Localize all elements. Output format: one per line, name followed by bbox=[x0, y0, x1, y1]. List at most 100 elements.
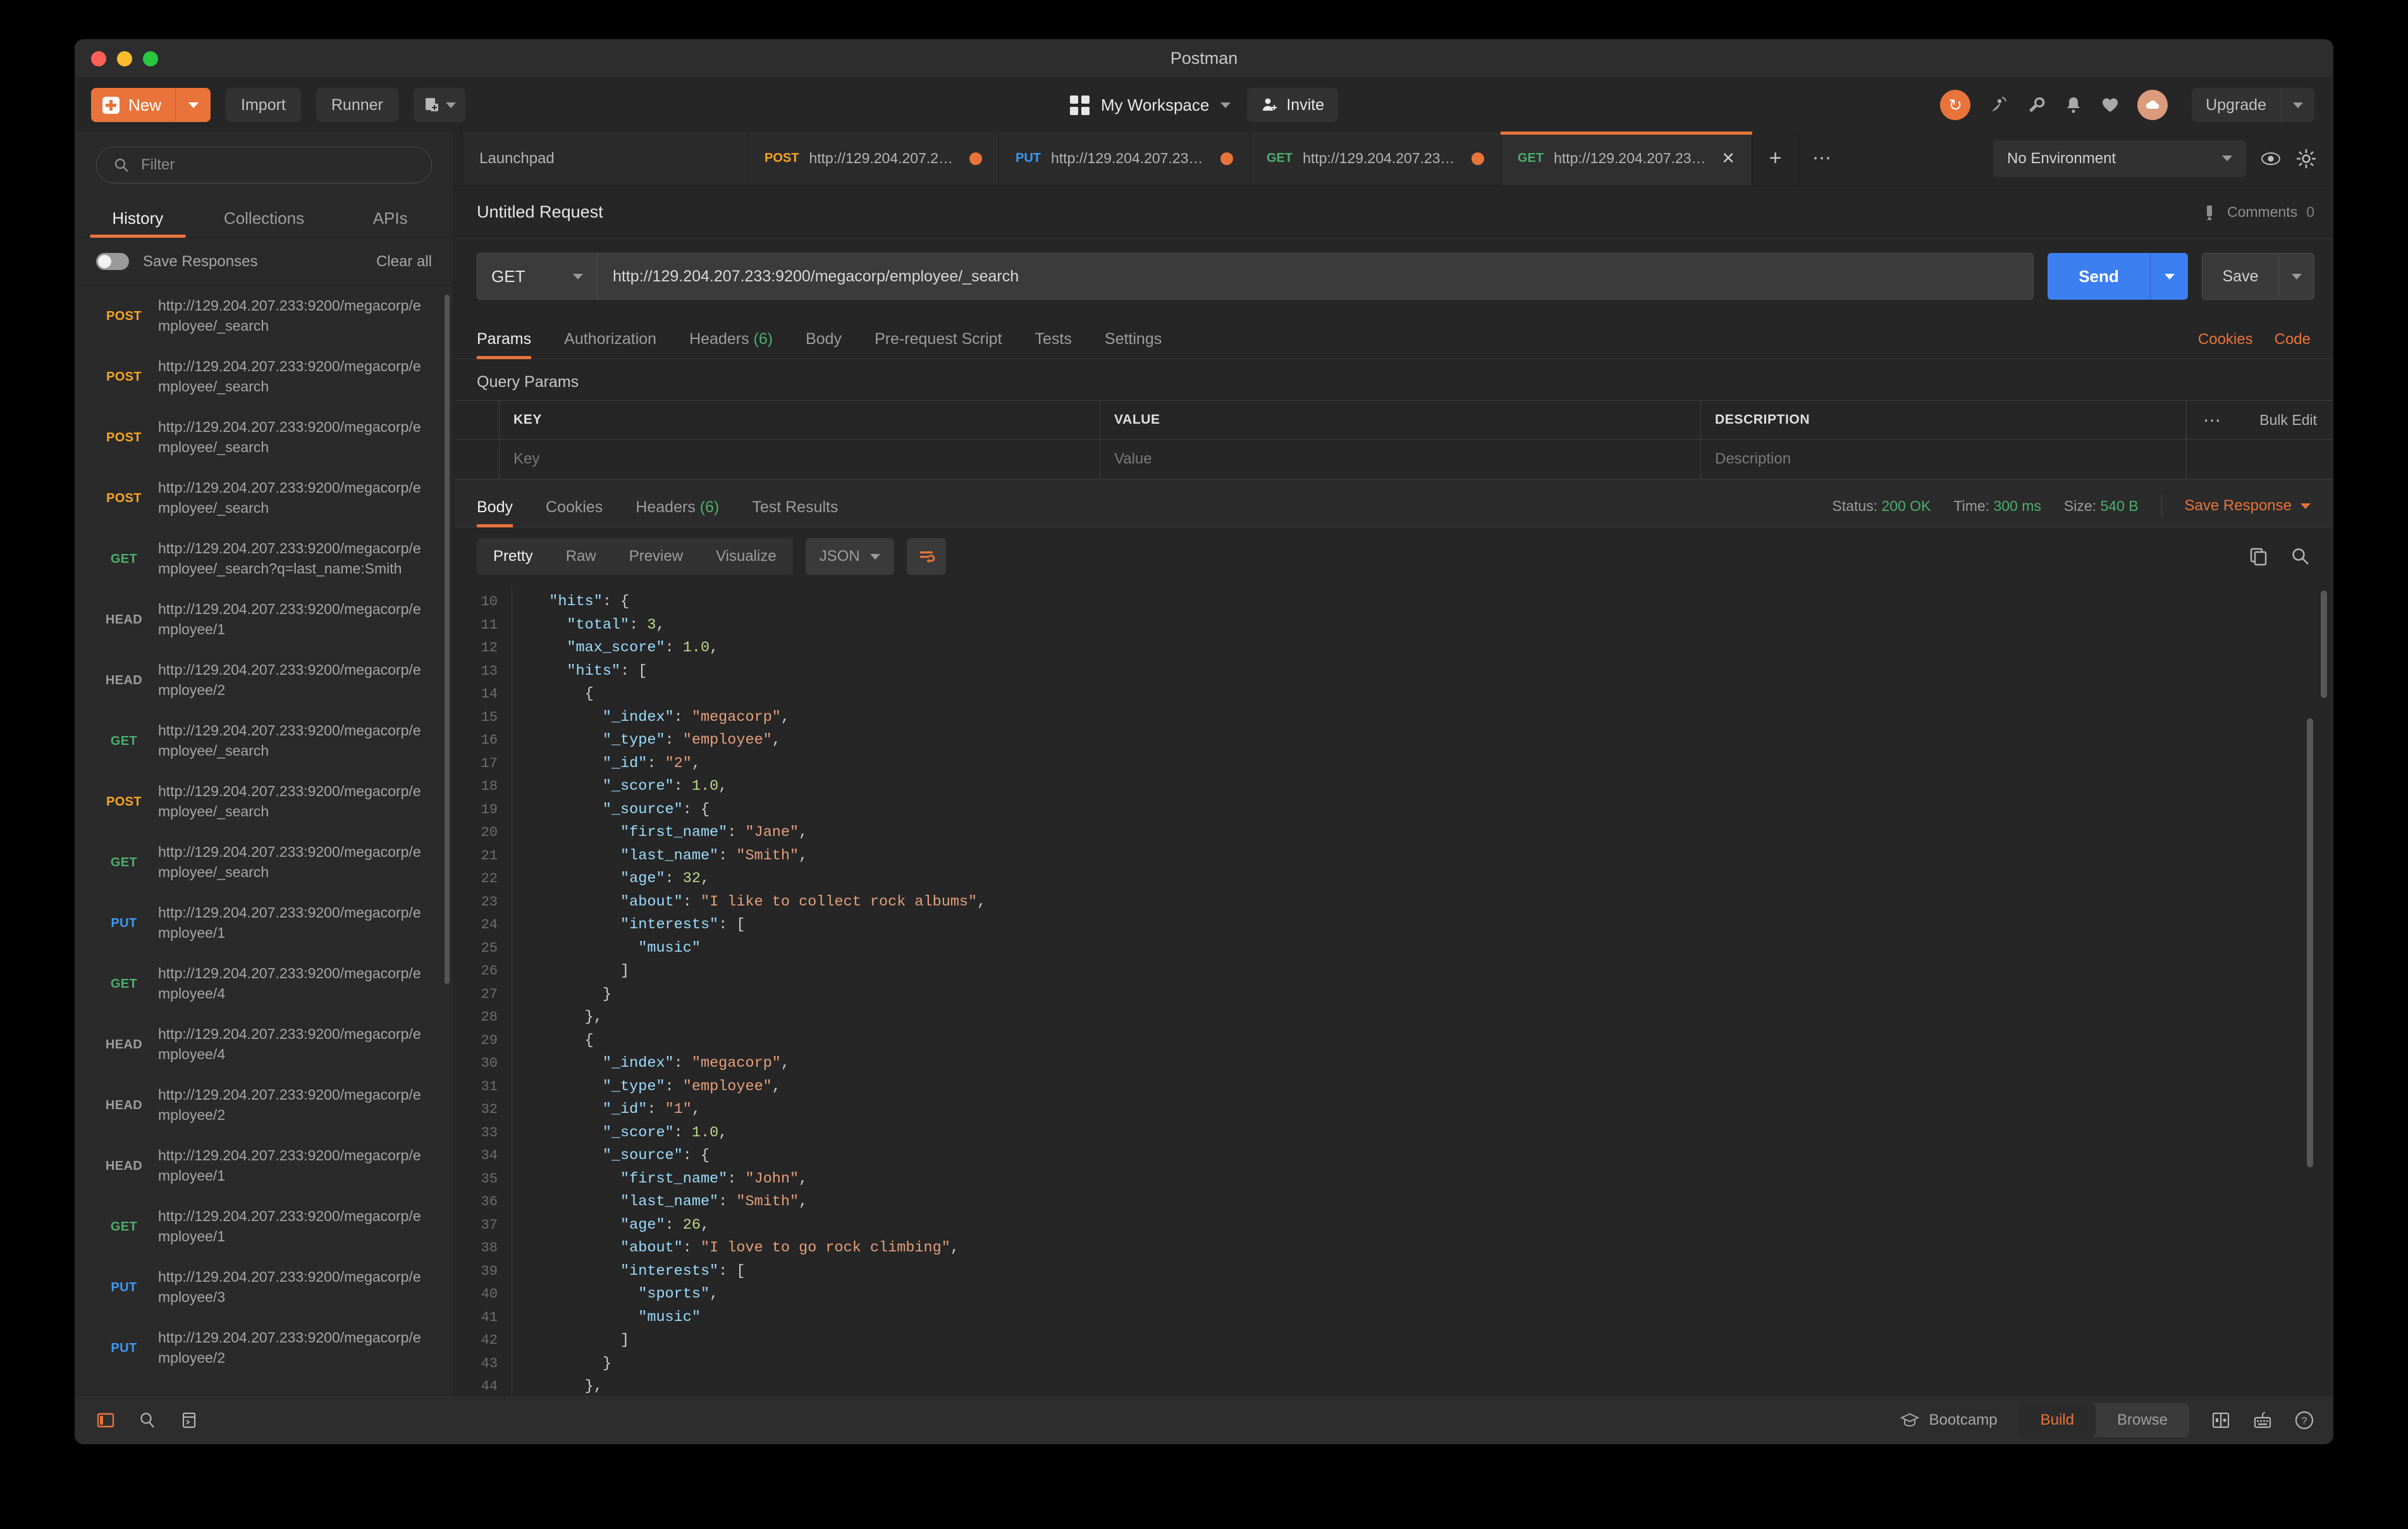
bulk-edit-button[interactable]: Bulk Edit bbox=[2259, 412, 2317, 429]
history-item[interactable]: HEAD http://129.204.207.233:9200/megacorp… bbox=[75, 589, 453, 650]
param-key-input[interactable]: Key bbox=[500, 439, 1100, 479]
help-icon[interactable]: ? bbox=[2294, 1410, 2314, 1430]
send-dropdown-toggle[interactable] bbox=[2150, 253, 2188, 300]
history-item[interactable]: POST http://129.204.207.233:9200/megacorp… bbox=[75, 286, 453, 347]
comments-button[interactable]: Comments 0 bbox=[2203, 204, 2314, 221]
param-value-input[interactable]: Value bbox=[1100, 439, 1701, 479]
layout-toggle-icon[interactable] bbox=[2211, 1411, 2231, 1430]
clear-all-button[interactable]: Clear all bbox=[376, 253, 432, 271]
save-dropdown-toggle[interactable] bbox=[2278, 254, 2314, 299]
language-select[interactable]: JSON bbox=[805, 538, 894, 575]
request-tab[interactable]: PUT http://129.204.207.233:9200/... bbox=[998, 132, 1250, 185]
history-item[interactable]: POST http://129.204.207.233:9200/megacorp… bbox=[75, 347, 453, 407]
request-tab-pre-request-script[interactable]: Pre-request Script bbox=[858, 330, 1018, 359]
response-json[interactable]: "hits": { "total": 3, "max_score": 1.0, … bbox=[512, 586, 2333, 1395]
sidebar-scrollbar[interactable] bbox=[445, 295, 450, 984]
format-visualize[interactable]: Visualize bbox=[699, 548, 793, 565]
history-item[interactable]: GET http://129.204.207.233:9200/megacorp/… bbox=[75, 711, 453, 771]
history-item[interactable]: POST http://129.204.207.233:9200/megacorp… bbox=[75, 771, 453, 832]
response-scrollbar[interactable] bbox=[2307, 718, 2313, 1167]
request-tab[interactable]: POST http://129.204.207.233:9200/... bbox=[747, 132, 999, 185]
environment-select[interactable]: No Environment bbox=[1993, 140, 2246, 177]
response-tab-cookies[interactable]: Cookies bbox=[529, 498, 619, 527]
response-scrollbar-top[interactable] bbox=[2321, 591, 2327, 698]
new-collection-button[interactable] bbox=[413, 88, 465, 122]
new-tab-button[interactable]: + bbox=[1752, 132, 1799, 185]
console-icon[interactable] bbox=[180, 1411, 199, 1430]
sidebar-tab-history[interactable]: History bbox=[75, 209, 201, 238]
heart-icon[interactable] bbox=[2101, 95, 2120, 114]
history-item[interactable]: POST http://129.204.207.233:9200/megacorp… bbox=[75, 407, 453, 468]
method-select[interactable]: GET bbox=[477, 254, 598, 299]
history-item[interactable]: PUT http://129.204.207.233:9200/megacorp/… bbox=[75, 1318, 453, 1379]
account-avatar[interactable] bbox=[2137, 90, 2168, 120]
history-item[interactable]: HEAD http://129.204.207.233:9200/megacorp… bbox=[75, 1075, 453, 1136]
response-tab-body[interactable]: Body bbox=[477, 498, 529, 527]
request-tab-authorization[interactable]: Authorization bbox=[548, 330, 673, 359]
request-tab[interactable]: GET http://129.204.207.233:9200/m... bbox=[1250, 132, 1501, 185]
keyboard-icon[interactable] bbox=[2252, 1411, 2273, 1430]
cookies-link[interactable]: Cookies bbox=[2198, 331, 2253, 348]
request-tab-params[interactable]: Params bbox=[477, 330, 548, 359]
wrap-lines-button[interactable] bbox=[906, 538, 946, 575]
copy-icon[interactable] bbox=[2249, 546, 2269, 567]
response-tab-headers[interactable]: Headers (6) bbox=[619, 498, 735, 527]
history-item[interactable]: GET http://129.204.207.233:9200/megacorp/… bbox=[75, 832, 453, 893]
gear-icon[interactable] bbox=[2295, 148, 2317, 169]
request-tab[interactable]: GET http://129.204.207.233:9200/... ✕ bbox=[1501, 132, 1752, 185]
build-tab[interactable]: Build bbox=[2018, 1403, 2096, 1437]
new-dropdown-toggle[interactable] bbox=[175, 88, 211, 122]
invite-button[interactable]: Invite bbox=[1247, 88, 1339, 122]
history-item[interactable]: HEAD http://129.204.207.233:9200/megacorp… bbox=[75, 1014, 453, 1075]
bootcamp-button[interactable]: Bootcamp bbox=[1900, 1411, 1998, 1429]
send-button[interactable]: Send bbox=[2048, 253, 2188, 300]
close-tab-icon[interactable]: ✕ bbox=[1721, 149, 1735, 168]
sync-icon[interactable]: ↻ bbox=[1940, 90, 1971, 120]
new-button[interactable]: New bbox=[91, 88, 211, 122]
tab-options-button[interactable]: ⋯ bbox=[1799, 132, 1846, 185]
eye-icon[interactable] bbox=[2260, 148, 2282, 169]
history-item[interactable]: POST http://129.204.207.233:9200/megacorp… bbox=[75, 468, 453, 529]
response-body-viewer[interactable]: 10 11 12 13 14 15 16 17 18 19 20 21 22 23 24 25 26 27 28 29… bbox=[454, 586, 2333, 1395]
format-preview[interactable]: Preview bbox=[613, 548, 699, 565]
history-item[interactable]: HEAD http://129.204.207.233:9200/megacorp… bbox=[75, 1136, 453, 1196]
params-more-icon[interactable]: ⋯ bbox=[2203, 410, 2222, 431]
save-button[interactable]: Save bbox=[2202, 253, 2314, 300]
search-icon[interactable] bbox=[138, 1411, 157, 1430]
satellite-icon[interactable] bbox=[1988, 95, 2008, 115]
upgrade-button[interactable]: Upgrade bbox=[2192, 88, 2314, 122]
history-item[interactable]: PUT http://129.204.207.233:9200/megacorp/… bbox=[75, 1257, 453, 1318]
select-all-checkbox-cell[interactable] bbox=[454, 401, 500, 439]
sidebar-tab-apis[interactable]: APIs bbox=[327, 209, 453, 237]
tab-launchpad[interactable]: Launchpad bbox=[462, 132, 748, 185]
history-item[interactable]: GET http://129.204.207.233:9200/megacorp/… bbox=[75, 529, 453, 589]
request-tab-body[interactable]: Body bbox=[789, 330, 858, 359]
search-icon[interactable] bbox=[2290, 546, 2311, 567]
history-item[interactable]: GET http://129.204.207.233:9200/megacorp/… bbox=[75, 1196, 453, 1257]
browse-tab[interactable]: Browse bbox=[2096, 1403, 2189, 1437]
runner-button[interactable]: Runner bbox=[316, 88, 398, 122]
history-list[interactable]: POST http://129.204.207.233:9200/megacorp… bbox=[75, 286, 453, 1395]
row-checkbox-cell[interactable] bbox=[454, 439, 500, 479]
request-tab-tests[interactable]: Tests bbox=[1019, 330, 1088, 359]
save-response-button[interactable]: Save Response bbox=[2185, 497, 2311, 515]
param-description-input[interactable]: Description bbox=[1701, 439, 2187, 479]
import-button[interactable]: Import bbox=[226, 88, 301, 122]
format-raw[interactable]: Raw bbox=[550, 548, 613, 565]
new-button-main[interactable]: New bbox=[91, 88, 175, 122]
save-responses-toggle[interactable] bbox=[96, 253, 129, 270]
history-item[interactable]: PUT http://129.204.207.233:9200/megacorp/… bbox=[75, 893, 453, 954]
workspace-select[interactable]: My Workspace bbox=[1069, 95, 1231, 115]
history-item[interactable]: HEAD http://129.204.207.233:9200/megacorp… bbox=[75, 650, 453, 711]
sidebar-toggle-icon[interactable] bbox=[96, 1411, 115, 1430]
url-input[interactable]: http://129.204.207.233:9200/megacorp/emp… bbox=[598, 254, 2033, 299]
request-tab-headers[interactable]: Headers (6) bbox=[673, 330, 789, 359]
response-tab-test-results[interactable]: Test Results bbox=[735, 498, 854, 527]
format-pretty[interactable]: Pretty bbox=[477, 548, 550, 565]
sidebar-tab-collections[interactable]: Collections bbox=[201, 209, 328, 237]
upgrade-dropdown-toggle[interactable] bbox=[2280, 88, 2314, 122]
wrench-icon[interactable] bbox=[2026, 95, 2046, 115]
table-row[interactable]: Key Value Description bbox=[454, 439, 2333, 479]
bell-icon[interactable] bbox=[2064, 95, 2083, 114]
code-link[interactable]: Code bbox=[2275, 331, 2311, 348]
